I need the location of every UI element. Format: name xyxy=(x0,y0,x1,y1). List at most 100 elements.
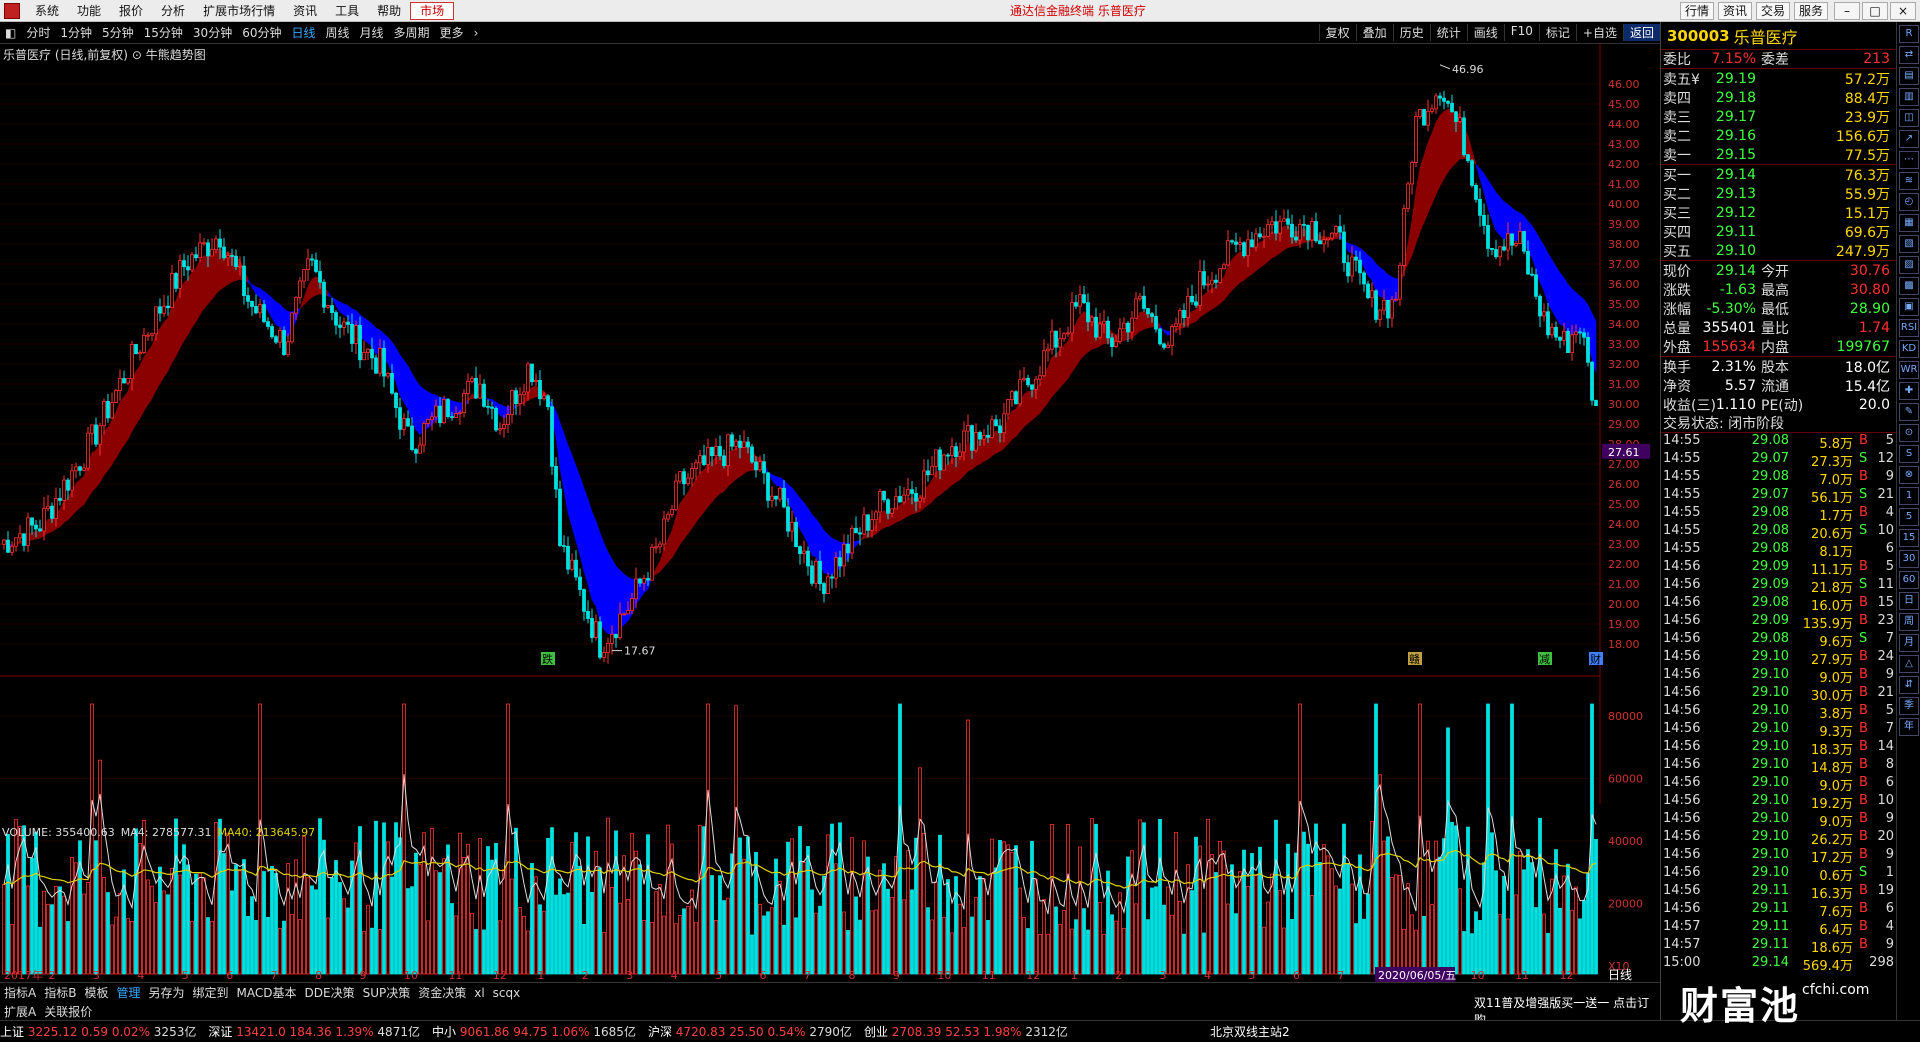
maximize-icon[interactable]: □ xyxy=(1862,1,1888,20)
period-1min[interactable]: 1分钟 xyxy=(55,24,97,41)
period-more[interactable]: 更多 xyxy=(435,24,469,41)
sidebar-tool-icon[interactable]: ⇵ xyxy=(1899,676,1919,694)
sidebar-tool-icon[interactable]: ▤ xyxy=(1899,67,1919,85)
bid-row[interactable]: 买三 29.12 15.1万 xyxy=(1661,203,1896,222)
sidebar-tool-icon[interactable]: 60 xyxy=(1899,571,1919,589)
tab-extend-a[interactable]: 扩展A xyxy=(0,1003,40,1020)
sidebar-tool-icon[interactable]: R xyxy=(1899,25,1919,43)
top-btn-news[interactable]: 资讯 xyxy=(1717,1,1752,20)
ask-row[interactable]: 卖三 29.17 23.9万 xyxy=(1661,107,1896,126)
tab-macd[interactable]: MACD基本 xyxy=(233,984,301,1001)
tab-sup[interactable]: SUP决策 xyxy=(359,984,415,1001)
tab-manage[interactable]: 管理 xyxy=(112,984,144,1001)
tool-mark[interactable]: 标记 xyxy=(1538,24,1576,41)
period-week[interactable]: 周线 xyxy=(321,24,355,41)
period-tick[interactable]: 分时 xyxy=(21,24,55,41)
sidebar-tool-icon[interactable]: 年 xyxy=(1899,718,1919,736)
sidebar-tool-icon[interactable]: 15 xyxy=(1899,529,1919,547)
tab-scqx[interactable]: scqx xyxy=(489,986,525,1000)
sidebar-tool-icon[interactable]: ▧ xyxy=(1899,235,1919,253)
tab-related-quote[interactable]: 关联报价 xyxy=(40,1003,96,1020)
tool-draw[interactable]: 画线 xyxy=(1466,24,1504,41)
menu-help[interactable]: 帮助 xyxy=(368,2,410,19)
period-multi[interactable]: 多周期 xyxy=(389,24,435,41)
top-btn-quote[interactable]: 行情 xyxy=(1679,1,1714,20)
index-quote[interactable]: 沪深 4720.83 25.50 0.54% 2790亿 xyxy=(648,1023,852,1040)
tab-save-as[interactable]: 另存为 xyxy=(144,984,188,1001)
index-quote[interactable]: 创业 2708.39 52.53 1.98% 2312亿 xyxy=(864,1023,1068,1040)
sidebar-tool-icon[interactable]: 5 xyxy=(1899,508,1919,526)
ask-row[interactable]: 卖二 29.16 156.6万 xyxy=(1661,126,1896,145)
period-day[interactable]: 日线 xyxy=(286,24,320,41)
sidebar-tool-icon[interactable]: ◴ xyxy=(1899,193,1919,211)
sidebar-tool-icon[interactable]: 周 xyxy=(1899,613,1919,631)
tool-add-watch[interactable]: +自选 xyxy=(1575,24,1623,41)
top-btn-trade[interactable]: 交易 xyxy=(1755,1,1790,20)
menu-ext-market[interactable]: 扩展市场行情 xyxy=(194,2,284,19)
period-60min[interactable]: 60分钟 xyxy=(237,24,286,41)
sidebar-tool-icon[interactable]: ⊗ xyxy=(1899,466,1919,484)
sidebar-tool-icon[interactable]: ◫ xyxy=(1899,109,1919,127)
sidebar-tool-icon[interactable]: ✚ xyxy=(1899,382,1919,400)
sidebar-tool-icon[interactable]: 30 xyxy=(1899,550,1919,568)
sidebar-tool-icon[interactable]: 月 xyxy=(1899,634,1919,652)
menu-system[interactable]: 系统 xyxy=(26,2,68,19)
minimize-icon[interactable]: – xyxy=(1834,1,1860,20)
sidebar-tool-icon[interactable]: ▣ xyxy=(1899,298,1919,316)
tool-stats[interactable]: 统计 xyxy=(1429,24,1467,41)
bid-row[interactable]: 买二 29.13 55.9万 xyxy=(1661,184,1896,203)
sidebar-tool-icon[interactable]: KD xyxy=(1899,340,1919,358)
tool-adjust[interactable]: 复权 xyxy=(1318,24,1356,41)
top-btn-service[interactable]: 服务 xyxy=(1793,1,1828,20)
sidebar-tool-icon[interactable]: ⇄ xyxy=(1899,46,1919,64)
sidebar-tool-icon[interactable]: ▨ xyxy=(1899,256,1919,274)
tool-f10[interactable]: F10 xyxy=(1503,24,1539,41)
sidebar-tool-icon[interactable]: WR xyxy=(1899,361,1919,379)
period-30min[interactable]: 30分钟 xyxy=(188,24,237,41)
bid-row[interactable]: 买四 29.11 69.6万 xyxy=(1661,222,1896,241)
close-icon[interactable]: × xyxy=(1890,1,1916,20)
menu-tools[interactable]: 工具 xyxy=(326,2,368,19)
menu-analysis[interactable]: 分析 xyxy=(152,2,194,19)
tab-template[interactable]: 模板 xyxy=(80,984,112,1001)
menu-function[interactable]: 功能 xyxy=(68,2,110,19)
ask-row[interactable]: 卖一 29.15 77.5万 xyxy=(1661,145,1896,164)
sidebar-tool-icon[interactable]: RSI xyxy=(1899,319,1919,337)
kline-chart[interactable]: 46.00 45.00 44.00 43.00 42.00 41.00 40.00 39.00… xyxy=(0,44,1660,982)
sidebar-tool-icon[interactable]: 季 xyxy=(1899,697,1919,715)
bid-row[interactable]: 买五 29.10 247.9万 xyxy=(1661,241,1896,260)
menu-quote[interactable]: 报价 xyxy=(110,2,152,19)
sidebar-tool-icon[interactable]: 1 xyxy=(1899,487,1919,505)
tool-overlay[interactable]: 叠加 xyxy=(1355,24,1393,41)
sidebar-tool-icon[interactable]: ≋ xyxy=(1899,172,1919,190)
sidebar-tool-icon[interactable]: ▩ xyxy=(1899,277,1919,295)
bid-row[interactable]: 买一 29.14 76.3万 xyxy=(1661,165,1896,184)
ask-row[interactable]: 卖五¥ 29.19 57.2万 xyxy=(1661,69,1896,88)
sidebar-tool-icon[interactable]: ✎ xyxy=(1899,403,1919,421)
tab-dde[interactable]: DDE决策 xyxy=(301,984,359,1001)
index-quote[interactable]: 中小 9061.86 94.75 1.06% 1685亿 xyxy=(432,1023,636,1040)
ask-row[interactable]: 卖四 29.18 88.4万 xyxy=(1661,88,1896,107)
sidebar-tool-icon[interactable]: △ xyxy=(1899,655,1919,673)
tab-xl[interactable]: xl xyxy=(470,986,488,1000)
chart-area[interactable]: 46.00 45.00 44.00 43.00 42.00 41.00 40.00 39.00… xyxy=(0,44,1660,982)
sidebar-tool-icon[interactable]: ⋯ xyxy=(1899,151,1919,169)
tab-fund[interactable]: 资金决策 xyxy=(414,984,470,1001)
sidebar-tool-icon[interactable]: ▦ xyxy=(1899,214,1919,232)
sidebar-tool-icon[interactable]: S xyxy=(1899,445,1919,463)
period-15min[interactable]: 15分钟 xyxy=(139,24,188,41)
tool-history[interactable]: 历史 xyxy=(1392,24,1430,41)
sidebar-tool-icon[interactable]: 日 xyxy=(1899,592,1919,610)
toolbar-toggle-icon[interactable]: ◧ xyxy=(0,26,21,40)
menu-market[interactable]: 市场 xyxy=(410,1,455,20)
period-month[interactable]: 月线 xyxy=(355,24,389,41)
tab-indicator-a[interactable]: 指标A xyxy=(0,984,40,1001)
sidebar-tool-icon[interactable]: ▥ xyxy=(1899,88,1919,106)
menu-news[interactable]: 资讯 xyxy=(284,2,326,19)
index-quote[interactable]: 上证 3225.12 0.59 0.02% 3253亿 xyxy=(0,1023,196,1040)
sidebar-tool-icon[interactable]: ⊙ xyxy=(1899,424,1919,442)
tab-bind[interactable]: 绑定到 xyxy=(189,984,233,1001)
tool-back[interactable]: 返回 xyxy=(1622,24,1660,41)
tab-indicator-b[interactable]: 指标B xyxy=(40,984,80,1001)
index-quote[interactable]: 深证 13421.0 184.36 1.39% 4871亿 xyxy=(208,1023,420,1040)
